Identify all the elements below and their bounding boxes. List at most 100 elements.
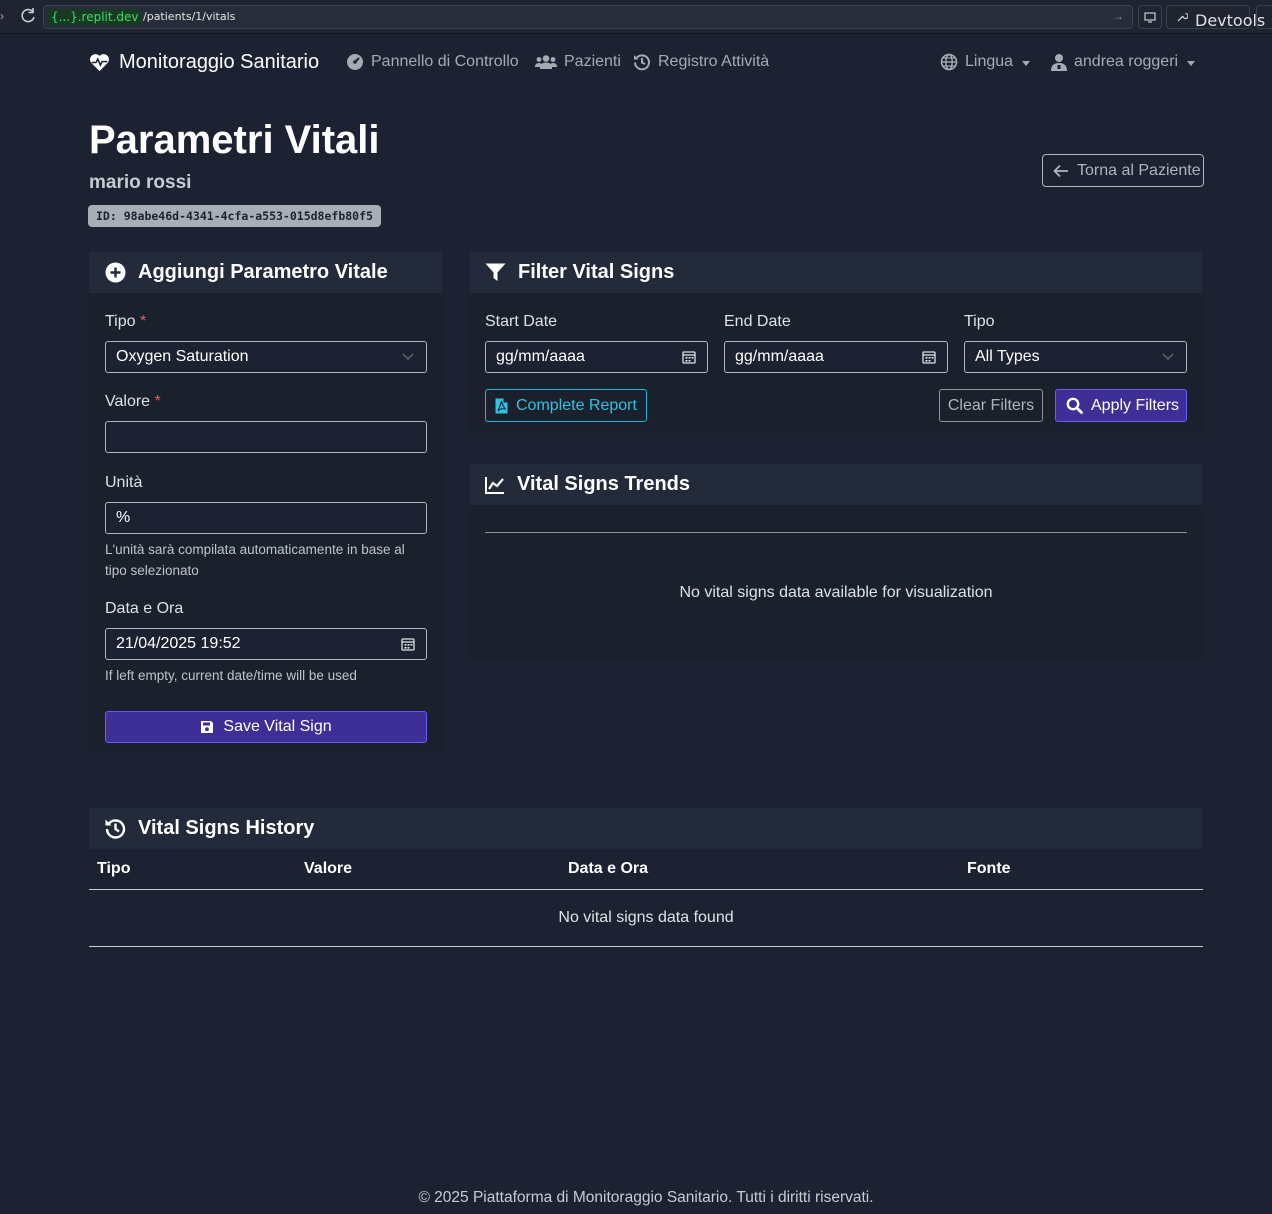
nav-dashboard-label: Pannello di Controllo xyxy=(371,53,519,70)
chevron-down-icon xyxy=(1022,60,1031,66)
complete-report-button[interactable]: Complete Report xyxy=(485,389,647,422)
end-date-input[interactable]: gg/mm/aaaa xyxy=(724,341,948,373)
clear-filters-button[interactable]: Clear Filters xyxy=(939,389,1043,422)
chevron-down-icon xyxy=(1187,60,1196,66)
required-mark: * xyxy=(154,393,161,410)
start-date-label: Start Date xyxy=(485,313,558,330)
history-header-row: Tipo Valore Data e Ora Fonte xyxy=(89,849,1203,890)
column-header-source: Fonte xyxy=(959,849,1203,890)
add-vital-card: Aggiungi Parametro Vitale Tipo * Oxygen … xyxy=(89,252,443,752)
file-pdf-icon xyxy=(495,398,508,413)
report-button-label: Complete Report xyxy=(516,396,637,414)
plus-circle-icon xyxy=(105,262,126,283)
add-vital-header: Aggiungi Parametro Vitale xyxy=(89,252,443,293)
filter-icon xyxy=(485,263,506,281)
arrow-right-icon[interactable]: → xyxy=(1112,9,1124,23)
history-icon xyxy=(634,54,650,71)
filter-header: Filter Vital Signs xyxy=(469,252,1203,293)
end-date-placeholder: gg/mm/aaaa xyxy=(735,348,824,365)
gauge-icon xyxy=(347,54,363,70)
back-button-label: Torna al Paziente xyxy=(1077,161,1201,179)
add-vital-title: Aggiungi Parametro Vitale xyxy=(138,261,388,283)
nav-activity-log-label: Registro Attività xyxy=(658,53,770,70)
filter-type-value: All Types xyxy=(975,348,1040,365)
user-md-icon xyxy=(1051,54,1067,71)
arrow-left-icon xyxy=(1053,164,1068,177)
trends-title: Vital Signs Trends xyxy=(517,473,691,495)
users-icon xyxy=(535,55,557,69)
brand-name: Monitoraggio Sanitario xyxy=(119,51,320,73)
history-icon xyxy=(105,819,126,839)
url-path: /patients/1/vitals xyxy=(143,10,236,23)
apply-button-label: Apply Filters xyxy=(1091,396,1180,414)
patient-name: mario rossi xyxy=(89,172,192,193)
nav-patients[interactable]: Pazienti xyxy=(535,53,621,71)
column-header-value: Valore xyxy=(296,849,560,890)
language-label: Lingua xyxy=(965,53,1014,70)
calendar-icon[interactable] xyxy=(682,350,696,364)
patient-id-badge: ID: 98abe46d-4341-4cfa-a553-015d8efb80f5 xyxy=(88,205,381,227)
value-input[interactable] xyxy=(105,421,427,453)
user-name: andrea roggeri xyxy=(1074,53,1179,70)
trends-empty-message: No vital signs data available for visual… xyxy=(679,584,993,601)
footer-copyright: © 2025 Piattaforma di Monitoraggio Sanit… xyxy=(418,1189,874,1206)
nav-activity-log[interactable]: Registro Attività xyxy=(633,53,769,71)
end-date-label: End Date xyxy=(724,313,791,330)
type-label: Tipo * xyxy=(105,313,146,331)
datetime-help-text: If left empty, current date/time will be… xyxy=(105,668,357,683)
add-vital-body: Tipo * Oxygen Saturation Valore * Unità … xyxy=(89,293,443,752)
calendar-icon[interactable] xyxy=(401,637,415,651)
nav-dashboard[interactable]: Pannello di Controllo xyxy=(346,53,519,71)
history-card: Vital Signs History xyxy=(89,808,1203,849)
open-tab-button[interactable] xyxy=(1256,5,1272,29)
globe-icon xyxy=(940,53,958,71)
heartbeat-icon xyxy=(90,54,109,72)
user-dropdown[interactable]: andrea roggeri xyxy=(1051,53,1196,71)
filter-card: Filter Vital Signs Start Date gg/mm/aaaa… xyxy=(469,252,1203,434)
unit-input[interactable]: % xyxy=(105,502,427,534)
type-select[interactable]: Oxygen Saturation xyxy=(105,341,427,373)
devtools-button[interactable]: Devtools xyxy=(1166,5,1265,30)
unit-label: Unità xyxy=(105,474,143,491)
brand-link[interactable]: Monitoraggio Sanitario xyxy=(89,51,319,74)
column-header-datetime: Data e Ora xyxy=(560,849,959,890)
trends-card: Vital Signs Trends No vital signs data a… xyxy=(469,464,1203,661)
type-select-value: Oxygen Saturation xyxy=(116,348,249,365)
start-date-input[interactable]: gg/mm/aaaa xyxy=(485,341,708,373)
save-button-label: Save Vital Sign xyxy=(223,718,332,735)
browser-toolbar: › {...}.replit.dev /patients/1/vitals → … xyxy=(0,0,1272,34)
page-title: Parametri Vitali xyxy=(89,118,380,162)
datetime-value: 21/04/2025 19:52 xyxy=(116,635,241,652)
filter-title: Filter Vital Signs xyxy=(518,261,675,283)
filter-type-label: Tipo xyxy=(964,313,995,330)
calendar-icon[interactable] xyxy=(922,350,936,364)
floppy-disk-icon xyxy=(201,721,214,733)
chevron-down-icon xyxy=(402,353,414,361)
history-header: Vital Signs History xyxy=(89,808,1203,849)
back-to-patient-button[interactable]: Torna al Paziente xyxy=(1042,154,1204,187)
start-date-placeholder: gg/mm/aaaa xyxy=(496,348,585,365)
unit-help-text: L'unità sarà compilata automaticamente i… xyxy=(105,542,405,578)
devtools-label: Devtools xyxy=(1195,11,1266,30)
filter-body: Start Date gg/mm/aaaa End Date gg/mm/aaa… xyxy=(469,293,1203,434)
forward-icon[interactable]: › xyxy=(0,9,4,23)
language-dropdown[interactable]: Lingua xyxy=(940,53,1031,71)
required-mark: * xyxy=(139,313,147,330)
datetime-input[interactable]: 21/04/2025 19:52 xyxy=(105,628,427,660)
devices-button[interactable] xyxy=(1138,5,1162,29)
history-title: Vital Signs History xyxy=(138,817,315,839)
trends-header: Vital Signs Trends xyxy=(469,464,1203,505)
nav-patients-label: Pazienti xyxy=(564,53,621,70)
search-icon xyxy=(1066,397,1083,414)
history-empty-message: No vital signs data found xyxy=(89,889,1203,947)
apply-filters-button[interactable]: Apply Filters xyxy=(1055,389,1187,422)
reload-icon[interactable] xyxy=(18,6,38,26)
save-vital-button[interactable]: Save Vital Sign xyxy=(105,711,427,743)
datetime-label: Data e Ora xyxy=(105,600,184,617)
filter-type-select[interactable]: All Types xyxy=(964,341,1187,373)
url-host: {...}.replit.dev xyxy=(48,9,142,25)
wrench-icon xyxy=(1177,12,1188,22)
chart-line-icon xyxy=(485,476,504,494)
column-header-type: Tipo xyxy=(89,849,296,890)
address-bar[interactable]: {...}.replit.dev /patients/1/vitals → xyxy=(43,5,1133,29)
